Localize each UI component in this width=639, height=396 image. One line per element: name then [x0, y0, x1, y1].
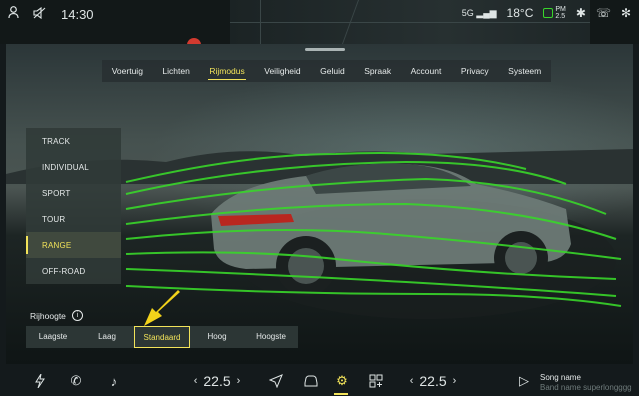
tab-spraak[interactable]: Spraak — [361, 62, 394, 80]
ride-height-option-hoogste[interactable]: Hoogste — [244, 326, 298, 348]
tab-rijmodus[interactable]: Rijmodus — [206, 62, 247, 80]
bottom-bar: ✆ ♪ ‹ 22.5 › ⚙ ‹ 22.5 › ▷ Song name Band… — [0, 366, 639, 396]
pointer-arrow-icon — [144, 290, 180, 326]
music-icon[interactable]: ♪ — [104, 372, 124, 390]
drive-mode-off-road[interactable]: OFF-ROAD — [26, 258, 121, 284]
tab-voertuig[interactable]: Voertuig — [109, 62, 146, 80]
settings-tabs: Voertuig Lichten Rijmodus Veiligheid Geluid S… — [102, 60, 551, 82]
drive-mode-list: TRACK INDIVIDUAL SPORT TOUR RANGE OFF-ROAD — [26, 128, 121, 284]
mute-icon[interactable] — [33, 6, 47, 22]
settings-gear-icon[interactable]: ⚙ — [332, 372, 352, 390]
car-icon[interactable] — [300, 372, 322, 390]
temp-left-value: 22.5 — [203, 373, 231, 389]
phone-call-icon[interactable]: ✆ — [66, 372, 86, 390]
apps-grid-icon[interactable] — [366, 372, 386, 390]
drive-mode-sport[interactable]: SPORT — [26, 180, 121, 206]
tab-systeem[interactable]: Systeem — [505, 62, 544, 80]
signal-label: 5G — [461, 7, 474, 18]
energy-icon[interactable] — [30, 372, 50, 390]
play-icon[interactable]: ▷ — [516, 372, 532, 390]
signal-icon: 5G ▂▄▆ — [461, 7, 497, 18]
ride-height-option-laag[interactable]: Laag — [80, 326, 134, 348]
navigation-icon[interactable] — [266, 372, 286, 390]
tab-lichten[interactable]: Lichten — [159, 62, 192, 80]
drive-mode-tour[interactable]: TOUR — [26, 206, 121, 232]
user-icon[interactable] — [8, 6, 19, 22]
fan-icon[interactable]: ✻ — [621, 6, 631, 20]
tab-privacy[interactable]: Privacy — [458, 62, 492, 80]
chevron-right-icon[interactable]: › — [237, 375, 241, 387]
now-playing[interactable]: Song name Band name superlongggg — [540, 373, 632, 393]
drag-handle[interactable] — [305, 48, 345, 51]
drive-mode-range[interactable]: RANGE — [26, 232, 121, 258]
chevron-left-icon[interactable]: ‹ — [194, 375, 198, 387]
song-name: Song name — [540, 373, 581, 382]
active-indicator — [334, 393, 348, 395]
ride-height-option-hoog[interactable]: Hoog — [190, 326, 244, 348]
aqi-badge: PM 2.5 — [543, 6, 566, 20]
ride-height-option-laagste[interactable]: Laagste — [26, 326, 80, 348]
chevron-right-icon[interactable]: › — [453, 375, 457, 387]
phone-icon[interactable]: ☏ — [596, 6, 611, 20]
temp-right-control[interactable]: ‹ 22.5 › — [402, 372, 464, 390]
status-bar: 14:30 5G ▂▄▆ 18°C PM 2.5 ✱ ☏ ✻ — [0, 0, 639, 46]
clock-time: 14:30 — [61, 6, 94, 22]
band-name: Band name superlongggg — [540, 383, 632, 392]
temp-right-value: 22.5 — [419, 373, 447, 389]
info-icon[interactable]: i — [71, 310, 83, 321]
ride-height-title: Rijhoogte — [30, 310, 66, 321]
drive-mode-individual[interactable]: INDIVIDUAL — [26, 154, 121, 180]
drive-mode-track[interactable]: TRACK — [26, 128, 121, 154]
tab-account[interactable]: Account — [408, 62, 445, 80]
temperature: 18°C — [506, 6, 534, 20]
chevron-left-icon[interactable]: ‹ — [410, 375, 414, 387]
tab-geluid[interactable]: Geluid — [317, 62, 348, 80]
temp-left-control[interactable]: ‹ 22.5 › — [186, 372, 248, 390]
ride-height-header: Rijhoogte i — [30, 310, 83, 321]
bluetooth-icon[interactable]: ✱ — [576, 6, 586, 20]
tab-veiligheid[interactable]: Veiligheid — [261, 62, 303, 80]
